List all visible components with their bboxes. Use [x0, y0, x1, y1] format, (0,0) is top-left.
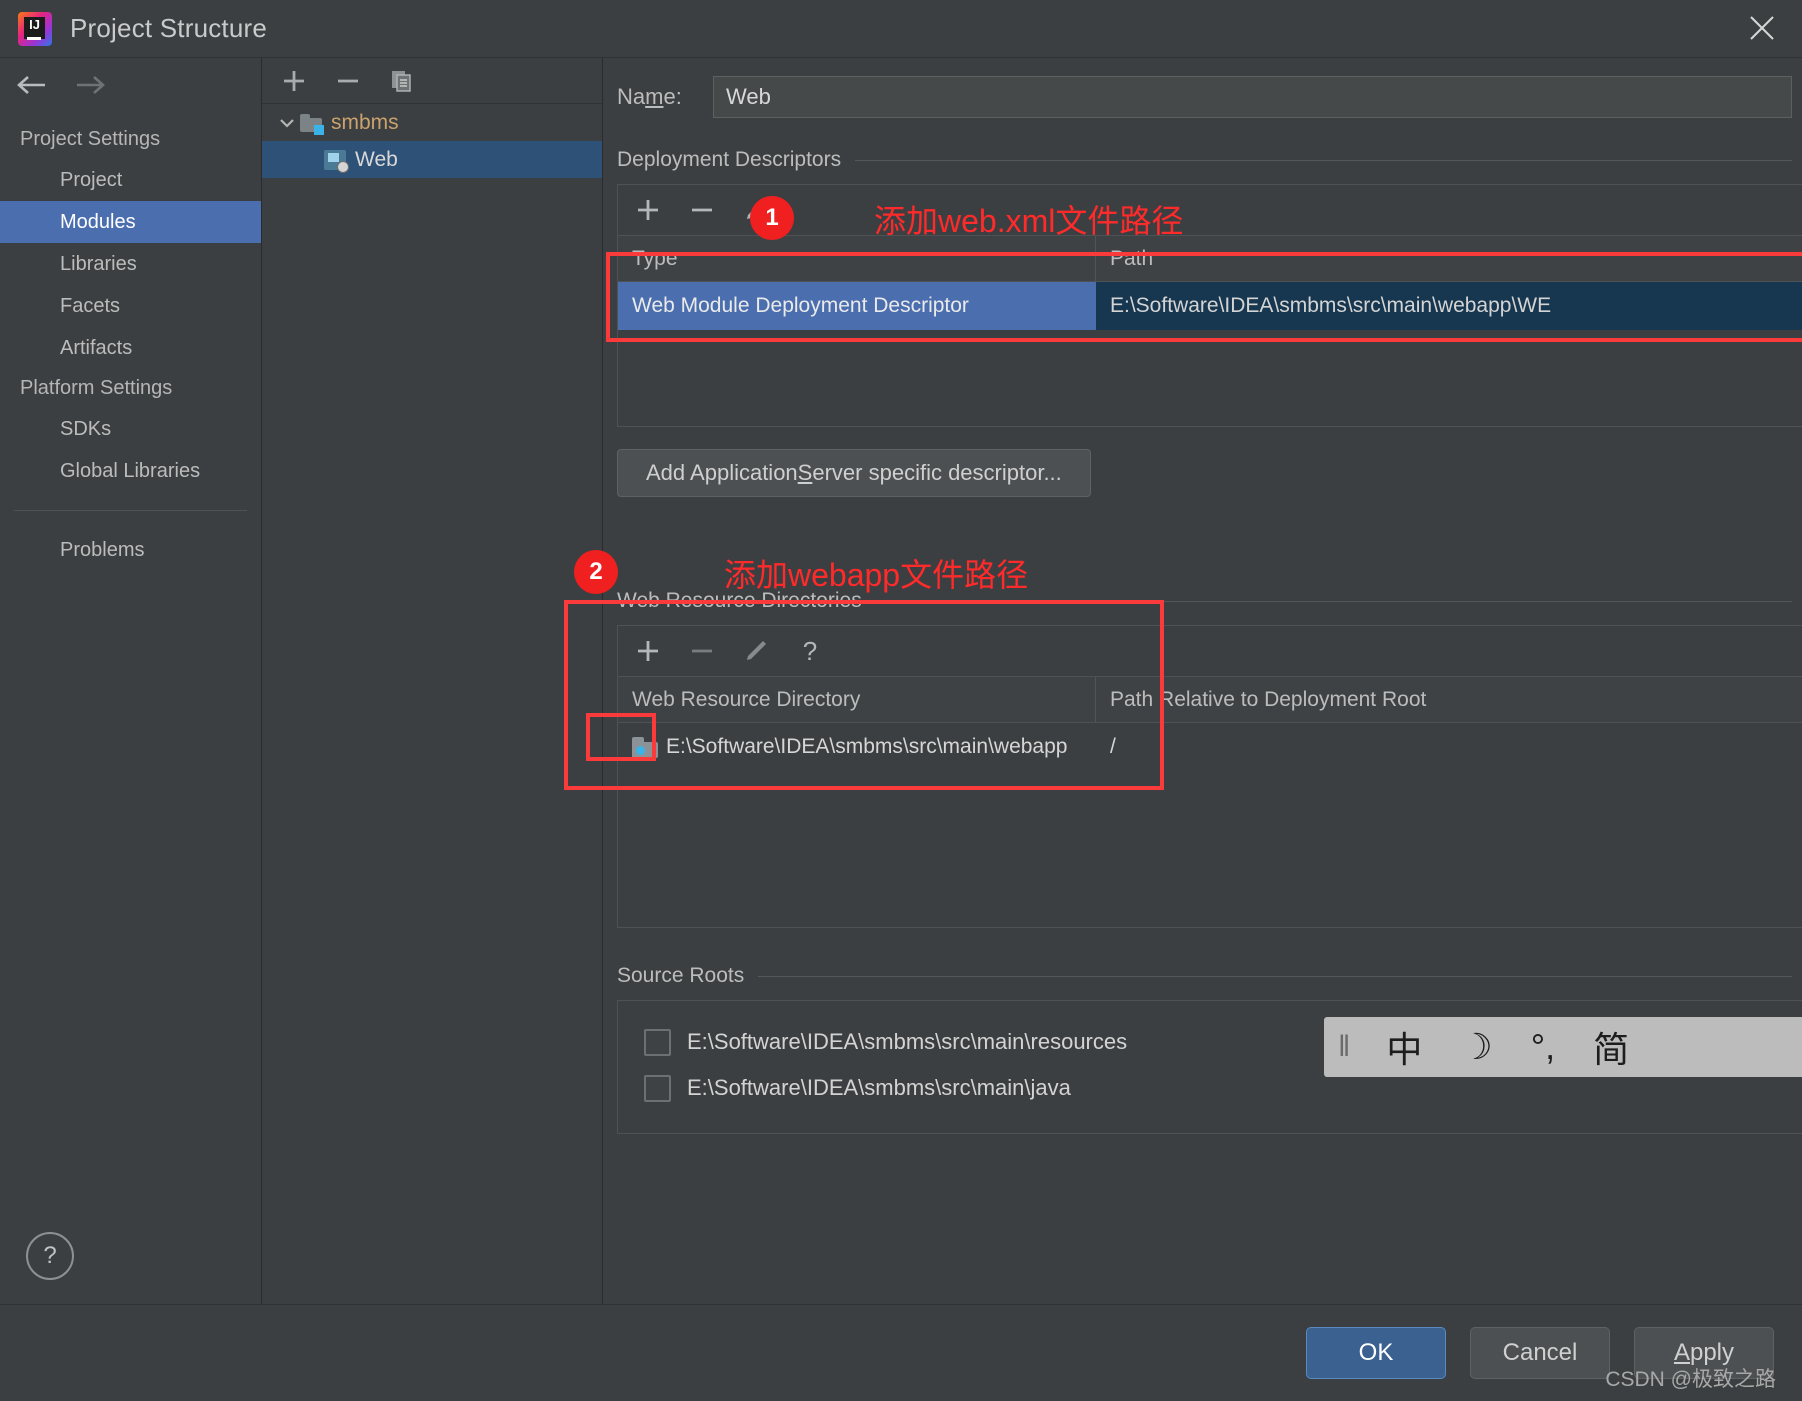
- sidebar-item-sdks[interactable]: SDKs: [0, 408, 261, 450]
- remove-module-button[interactable]: [334, 67, 362, 95]
- callout-badge-2: 2: [574, 550, 618, 594]
- ime-punctuation-icon[interactable]: °,: [1531, 1026, 1555, 1068]
- sidebar-item-artifacts[interactable]: Artifacts: [0, 327, 261, 369]
- column-header-type[interactable]: Type: [618, 236, 1096, 281]
- source-root-label: E:\Software\IDEA\smbms\src\main\resource…: [687, 1029, 1128, 1054]
- sidebar-item-libraries[interactable]: Libraries: [0, 243, 261, 285]
- column-header-path[interactable]: Path: [1096, 236, 1802, 281]
- edit-web-resource-pencil-icon[interactable]: [742, 637, 770, 665]
- source-root-checkbox[interactable]: [644, 1028, 671, 1056]
- cell-web-resource-directory-text: E:\Software\IDEA\smbms\src\main\webapp: [666, 735, 1068, 758]
- tree-node-smbms[interactable]: smbms: [262, 104, 602, 141]
- sidebar-item-project[interactable]: Project: [0, 159, 261, 201]
- annotation-text-2: 添加webapp文件路径: [724, 557, 1029, 593]
- watermark: CSDN @极致之路: [1605, 1368, 1776, 1391]
- add-module-button[interactable]: [280, 67, 308, 95]
- deployment-descriptors-panel: Type Path Web Module Deployment Descript…: [617, 184, 1802, 427]
- dialog-body: Project Settings Project Modules Librari…: [0, 57, 1802, 1304]
- section-title: Deployment Descriptors: [617, 148, 842, 171]
- ime-simplified-icon[interactable]: 简: [1593, 1021, 1629, 1073]
- close-icon[interactable]: [1738, 4, 1786, 52]
- section-rule: [855, 159, 1792, 161]
- add-descriptor-button[interactable]: [634, 196, 662, 224]
- source-roots-header: Source Roots: [617, 964, 1792, 988]
- arrow-left-icon[interactable]: [14, 70, 50, 100]
- title-bar: IJ Project Structure: [0, 0, 1802, 57]
- remove-descriptor-button[interactable]: [688, 196, 716, 224]
- tree-node-label: Web: [355, 147, 398, 171]
- module-tree-pane: smbms Web: [262, 58, 603, 1304]
- descriptors-empty-area: [618, 330, 1802, 426]
- annotation-text-1: 添加web.xml文件路径: [874, 203, 1184, 239]
- sidebar-item-facets[interactable]: Facets: [0, 285, 261, 327]
- section-rule: [758, 975, 1792, 977]
- sidebar-item-problems[interactable]: Problems: [0, 529, 261, 571]
- ime-moon-icon[interactable]: ☽: [1460, 1026, 1492, 1068]
- cell-descriptor-path[interactable]: E:\Software\IDEA\smbms\src\main\webapp\W…: [1096, 282, 1802, 330]
- column-header-path-relative[interactable]: Path Relative to Deployment Root: [1096, 677, 1802, 722]
- web-resource-directories-panel: ? Web Resource Directory Path Relative t…: [617, 625, 1802, 928]
- nav-arrow-bar: [0, 58, 261, 112]
- add-web-resource-button[interactable]: [634, 637, 662, 665]
- module-tree-rows: smbms Web: [262, 104, 602, 178]
- column-header-web-resource-directory[interactable]: Web Resource Directory: [618, 677, 1096, 722]
- section-rule: [875, 600, 1792, 602]
- cell-web-resource-directory[interactable]: E:\Software\IDEA\smbms\src\main\webapp: [618, 723, 1096, 771]
- ime-grip-handle[interactable]: ‖: [1338, 1030, 1350, 1064]
- table-row[interactable]: Web Module Deployment Descriptor E:\Soft…: [618, 282, 1802, 330]
- folder-web-icon: [632, 736, 658, 758]
- deployment-descriptors-header: Deployment Descriptors: [617, 148, 1792, 172]
- add-application-server-descriptor-button[interactable]: Add Application Server specific descript…: [617, 449, 1091, 497]
- sidebar-item-modules[interactable]: Modules: [0, 201, 261, 243]
- section-title: Source Roots: [617, 964, 745, 987]
- dialog-footer: OK Cancel Apply CSDN @极致之路: [0, 1304, 1802, 1401]
- arrow-right-icon[interactable]: [72, 70, 108, 100]
- settings-sidebar: Project Settings Project Modules Librari…: [0, 58, 262, 1304]
- name-input[interactable]: [713, 76, 1792, 118]
- sidebar-group-project-settings: Project Settings: [20, 128, 161, 150]
- table-row[interactable]: E:\Software\IDEA\smbms\src\main\webapp /: [618, 723, 1802, 771]
- ime-mode-chinese-icon[interactable]: 中: [1386, 1021, 1422, 1073]
- help-icon[interactable]: ?: [26, 1232, 74, 1280]
- web-resource-toolbar: ?: [618, 626, 1802, 677]
- callout-badge-1: 1: [750, 196, 794, 240]
- module-tree-toolbar: [262, 58, 602, 104]
- sidebar-list: Project Settings Project Modules Librari…: [0, 112, 261, 571]
- tree-node-web[interactable]: Web: [262, 141, 602, 178]
- name-row: Name:: [617, 58, 1802, 118]
- copy-module-button[interactable]: [388, 67, 416, 95]
- module-folder-icon: [300, 113, 324, 135]
- web-resource-table-header: Web Resource Directory Path Relative to …: [618, 677, 1802, 723]
- sidebar-group-platform-settings: Platform Settings: [20, 377, 173, 399]
- facet-settings-panel: Name: Deployment Descriptors: [603, 58, 1802, 1304]
- web-facet-icon: [324, 149, 349, 173]
- tree-node-label: smbms: [331, 110, 399, 134]
- source-root-label: E:\Software\IDEA\smbms\src\main\java: [687, 1075, 1071, 1100]
- intellij-idea-logo-icon: IJ: [18, 11, 52, 46]
- ime-language-bar[interactable]: ‖ 中 ☽ °, 简: [1324, 1017, 1802, 1077]
- cell-path-relative-to-deployment-root[interactable]: /: [1096, 723, 1802, 771]
- ok-button[interactable]: OK: [1306, 1327, 1446, 1379]
- remove-web-resource-button[interactable]: [688, 637, 716, 665]
- sidebar-divider: [14, 510, 247, 511]
- cell-descriptor-type[interactable]: Web Module Deployment Descriptor: [618, 282, 1096, 330]
- cancel-button[interactable]: Cancel: [1470, 1327, 1610, 1379]
- chevron-down-icon[interactable]: [274, 114, 300, 132]
- help-question-icon[interactable]: ?: [796, 637, 824, 665]
- descriptors-table-header: Type Path: [618, 236, 1802, 282]
- sidebar-item-global-libraries[interactable]: Global Libraries: [0, 450, 261, 492]
- name-label: Name:: [617, 84, 682, 109]
- window-title: Project Structure: [70, 13, 268, 43]
- web-resource-empty-area: [618, 771, 1802, 927]
- deployment-descriptors-toolbar: [618, 185, 1802, 236]
- source-root-checkbox[interactable]: [644, 1074, 671, 1102]
